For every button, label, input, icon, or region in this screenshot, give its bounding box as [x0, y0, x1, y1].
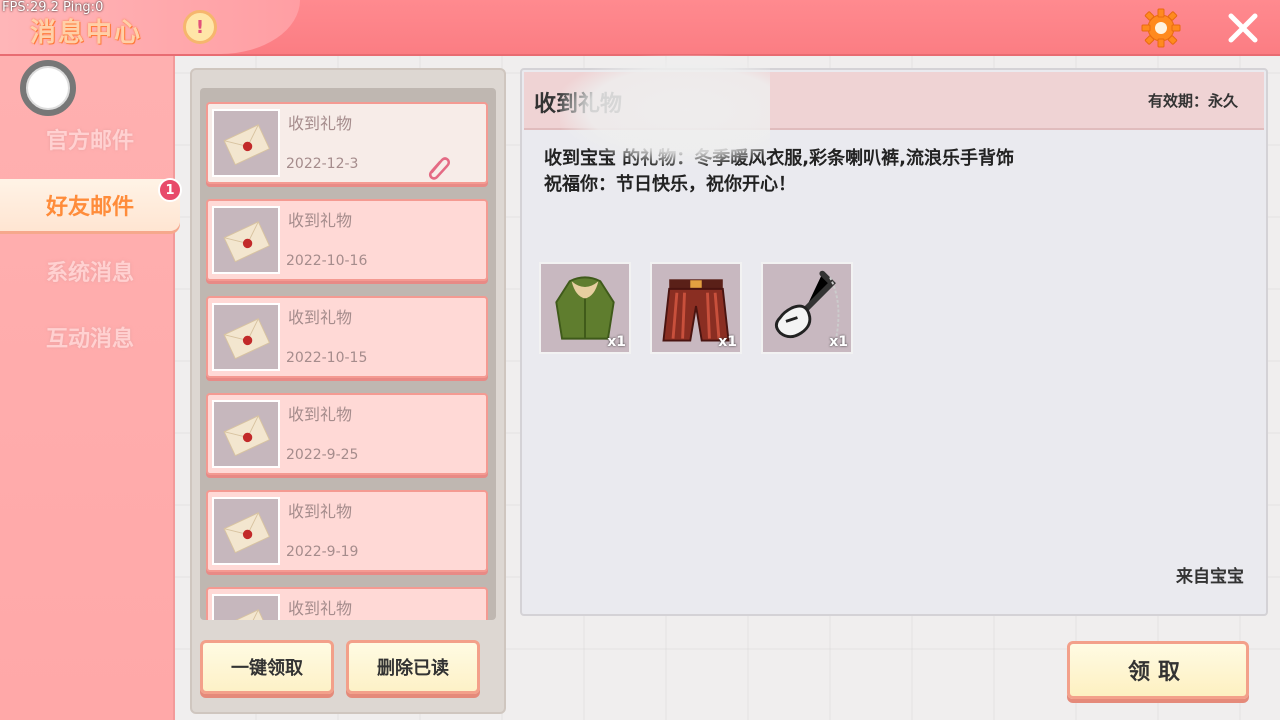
attachment-clip-icon [428, 157, 451, 180]
mail-subject: 收到礼物 [288, 211, 353, 230]
avatar[interactable] [20, 60, 76, 116]
sender-label: 来自宝宝 [1176, 567, 1244, 587]
unread-badge: 1 [158, 178, 182, 202]
fps-overlay: FPS:29.2 Ping:0 [2, 0, 104, 15]
reward-item[interactable]: x1 [539, 262, 631, 354]
reward-item[interactable]: x1 [761, 262, 853, 354]
claim-all-button[interactable]: 一键领取 [200, 640, 334, 694]
mail-item[interactable]: 收到礼物 2022-10-15 [206, 296, 488, 378]
mail-subject: 收到礼物 [288, 405, 353, 424]
envelope-icon [212, 594, 280, 620]
gear-icon[interactable] [1140, 7, 1182, 49]
mail-item[interactable]: 收到礼物 2022-12-3 [206, 102, 488, 184]
mail-subject: 收到礼物 [288, 599, 353, 618]
envelope-icon [212, 109, 280, 177]
mail-date: 2022-9-25 [286, 447, 359, 463]
top-bar: 消息中心 ! [0, 0, 1280, 56]
mail-subject: 收到礼物 [288, 502, 353, 521]
mail-item[interactable]: 收到礼物 2022-10-16 [206, 199, 488, 281]
claim-button[interactable]: 领取 [1067, 641, 1249, 699]
envelope-icon [212, 497, 280, 565]
mail-list[interactable]: 收到礼物 2022-12-3 收到礼物 2022-10-16 收到礼物 2022… [200, 88, 496, 620]
sidebar-item-system-messages[interactable]: 系统消息 [0, 245, 180, 297]
envelope-icon [212, 400, 280, 468]
close-icon[interactable] [1225, 10, 1261, 46]
envelope-icon [212, 206, 280, 274]
sidebar-item-interaction-messages[interactable]: 互动消息 [0, 311, 180, 363]
page-title: 消息中心 [30, 18, 143, 48]
mail-subject: 收到礼物 [288, 114, 353, 133]
mail-item[interactable]: 收到礼物 2022-9-25 [206, 393, 488, 475]
reward-item[interactable]: x1 [650, 262, 742, 354]
delete-read-button[interactable]: 删除已读 [346, 640, 480, 694]
mail-date: 2022-10-15 [286, 350, 368, 366]
sidebar-item-official-mail[interactable]: 官方邮件 [0, 113, 180, 165]
mail-date: 2022-12-3 [286, 156, 359, 172]
mail-subject: 收到礼物 [288, 308, 353, 327]
envelope-icon [212, 303, 280, 371]
mail-date: 2022-10-16 [286, 253, 368, 269]
mail-body-line: 祝福你：节日快乐，祝你开心！ [544, 174, 796, 195]
reward-count: x1 [829, 334, 848, 350]
mail-item[interactable]: 收到礼物 2022-9-19 [206, 490, 488, 572]
sidebar-item-friend-mail[interactable]: 好友邮件 [0, 179, 180, 231]
validity-label: 有效期：永久 [1147, 92, 1238, 110]
alert-icon[interactable]: ! [183, 10, 217, 44]
reward-count: x1 [607, 334, 626, 350]
mail-item[interactable]: 收到礼物 [206, 587, 488, 620]
mail-date: 2022-9-19 [286, 544, 359, 560]
redaction-smudge [560, 55, 770, 165]
reward-count: x1 [718, 334, 737, 350]
